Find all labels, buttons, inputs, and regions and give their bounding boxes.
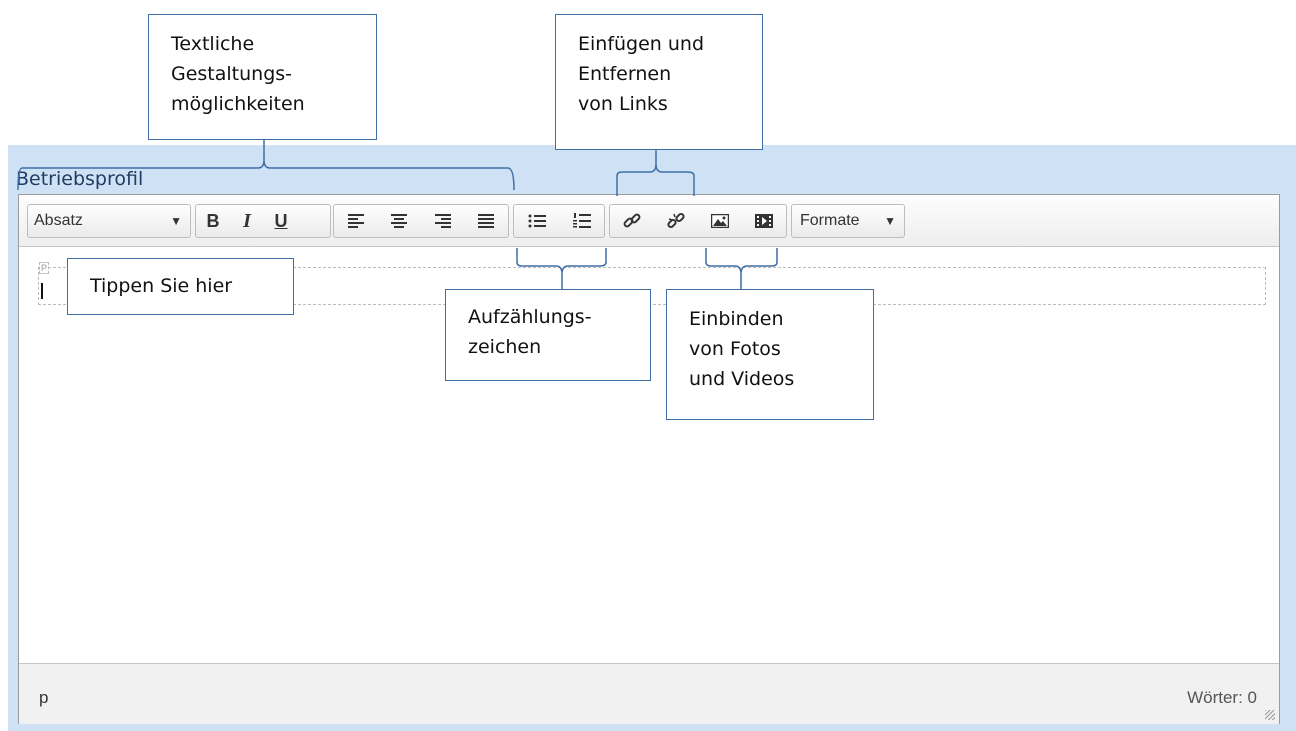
callout-line: möglichkeiten xyxy=(171,93,305,115)
callout-line: von Fotos xyxy=(689,338,781,360)
callout-line: Gestaltungs- xyxy=(171,63,293,85)
callout-media: Einbinden von Fotos und Videos xyxy=(666,289,874,420)
callout-line: Textliche xyxy=(171,33,255,55)
callout-links: Einfügen und Entfernen von Links xyxy=(555,14,763,150)
callout-lists: Aufzählungs- zeichen xyxy=(445,289,651,381)
callout-line: Aufzählungs- xyxy=(468,306,592,328)
callout-line: Entfernen xyxy=(578,63,672,85)
callout-line: Tippen Sie hier xyxy=(90,275,233,297)
callout-text-formatting: Textliche Gestaltungs- möglichkeiten xyxy=(148,14,377,140)
callout-line: Einfügen und xyxy=(578,33,705,55)
callout-line: Einbinden xyxy=(689,308,784,330)
callout-type-here: Tippen Sie hier xyxy=(67,258,294,315)
callout-line: von Links xyxy=(578,93,668,115)
callout-line: zeichen xyxy=(468,336,542,358)
callout-line: und Videos xyxy=(689,368,795,390)
